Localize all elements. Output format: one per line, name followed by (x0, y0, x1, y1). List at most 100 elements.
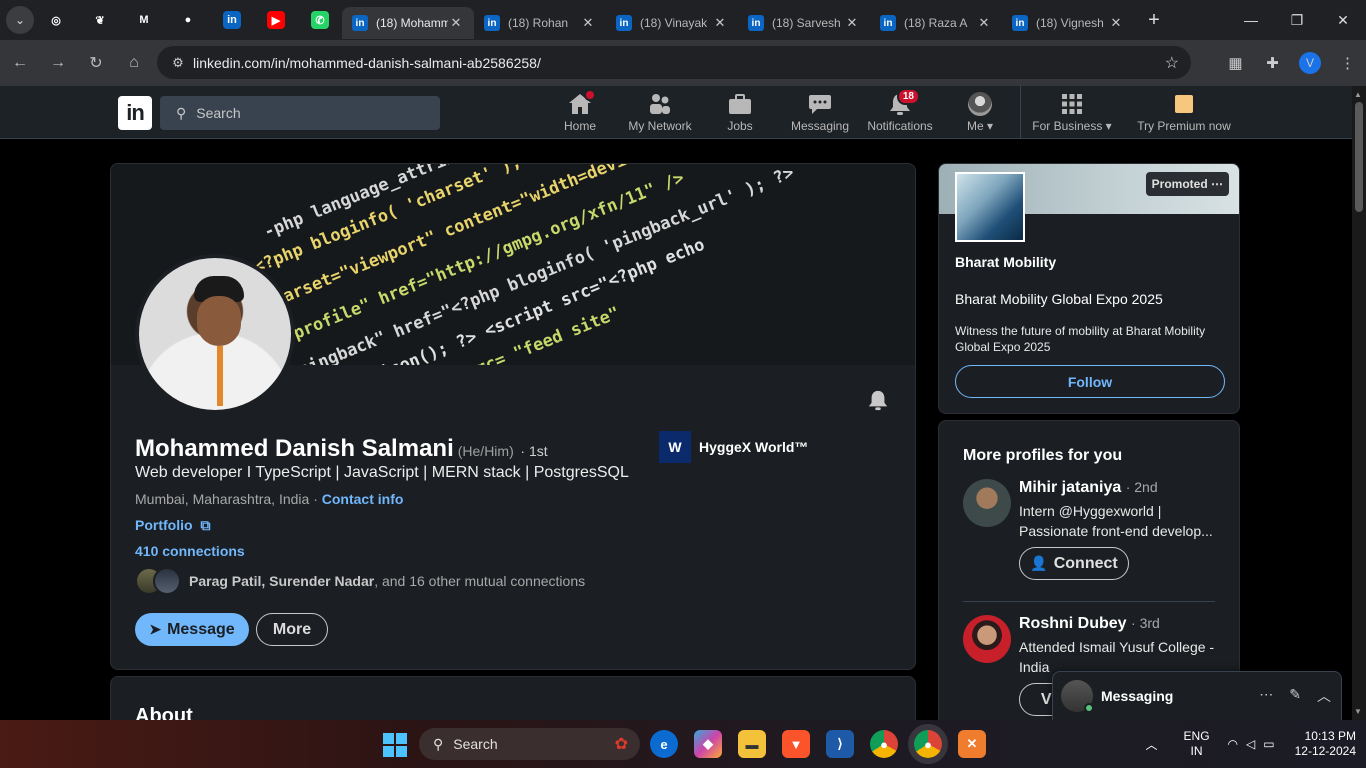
browser-tab[interactable]: in (18) Rohan ✕ (474, 7, 606, 39)
copilot-icon[interactable]: ◆ (694, 730, 722, 758)
vscode-icon[interactable]: ⟩ (826, 730, 854, 758)
leaf-icon: ❦ (91, 11, 109, 29)
chevron-up-icon[interactable]: ︿ (1317, 686, 1331, 706)
pinned-tab[interactable]: ✆ (298, 0, 342, 40)
site-info-icon[interactable]: ⚙ (163, 55, 193, 71)
ad-follow-button[interactable]: Follow (955, 365, 1225, 398)
close-tab-icon[interactable]: ✕ (844, 15, 860, 31)
messaging-overlay[interactable]: Messaging ⋯ ✎ ︿ (1052, 671, 1342, 720)
extensions-puzzle-icon[interactable]: ✚ (1254, 54, 1291, 72)
home-icon[interactable]: ⌂ (116, 45, 152, 81)
briefcase-icon (728, 92, 752, 116)
battery-icon[interactable]: ▭ (1263, 737, 1274, 751)
nav-my-network[interactable]: My Network (622, 86, 698, 139)
address-bar[interactable]: ⚙ linkedin.com/in/mohammed-danish-salman… (157, 46, 1191, 79)
profile-avatar[interactable] (963, 615, 1011, 663)
linkedin-icon: in (352, 15, 368, 31)
message-button[interactable]: ➤ Message (135, 613, 249, 646)
promoted-label[interactable]: Promoted ⋯ (1145, 172, 1229, 196)
browser-tab[interactable]: in (18) Raza A ✕ (870, 7, 1002, 39)
scroll-thumb[interactable] (1355, 102, 1363, 212)
pinned-tab[interactable]: ▶ (254, 0, 298, 40)
more-options-icon: ⋯ (1211, 177, 1223, 191)
browser-tab[interactable]: in (18) Vinayak ✕ (606, 7, 738, 39)
taskbar-search[interactable]: ⚲ Search ✿ (419, 728, 640, 760)
profile-photo[interactable] (135, 254, 295, 414)
new-tab-button[interactable]: + (1140, 6, 1168, 34)
pinned-tab[interactable]: in (210, 0, 254, 40)
more-options-icon[interactable]: ⋯ (1259, 686, 1273, 706)
close-tab-icon[interactable]: ✕ (1108, 15, 1124, 31)
xampp-icon[interactable]: ✕ (958, 730, 986, 758)
current-company[interactable]: W HyggeX World™ (659, 431, 808, 463)
search-icon: ⚲ (176, 104, 187, 121)
ad-company-name[interactable]: Bharat Mobility (955, 254, 1056, 270)
connect-button[interactable]: 👤 Connect (1019, 547, 1129, 580)
compose-icon[interactable]: ✎ (1289, 686, 1301, 706)
browser-tab[interactable]: in (18) Vignesh ✕ (1002, 7, 1134, 39)
follow-bell-icon[interactable] (867, 389, 889, 417)
nav-jobs[interactable]: Jobs (720, 86, 760, 139)
volume-icon[interactable]: ◁ (1246, 737, 1255, 751)
nav-notifications[interactable]: 18 Notifications (864, 86, 936, 139)
nav-try-premium[interactable]: Try Premium now (1134, 86, 1234, 139)
contact-info-link[interactable]: Contact info (322, 491, 404, 507)
nav-me[interactable]: Me ▾ (958, 86, 1002, 139)
page-scrollbar[interactable]: ▲ ▼ (1352, 86, 1366, 720)
tab-search-icon[interactable]: ⌄ (6, 6, 34, 34)
windows-start-icon[interactable] (383, 733, 407, 757)
profile-avatar[interactable] (963, 479, 1011, 527)
clock[interactable]: 10:13 PM 12-12-2024 (1295, 729, 1356, 759)
chrome-icon[interactable]: ● (870, 730, 898, 758)
more-button[interactable]: More (256, 613, 328, 646)
minimize-icon[interactable]: — (1228, 0, 1274, 40)
profile-avatar[interactable]: V (1299, 52, 1321, 74)
search-placeholder: Search (196, 105, 241, 121)
mutual-connections[interactable]: Parag Patil, Surender Nadar, and 16 othe… (135, 567, 585, 595)
chrome-active-icon[interactable]: ● (908, 724, 948, 764)
profile-name[interactable]: Roshni Dubey · 3rd (1019, 615, 1160, 633)
calculator-extension-icon[interactable]: ▦ (1217, 54, 1254, 72)
language-indicator[interactable]: ENG IN (1184, 729, 1210, 759)
linkedin-search-input[interactable]: ⚲ Search (160, 96, 440, 130)
pinned-tab[interactable]: ◎ (34, 0, 78, 40)
edge-icon[interactable]: e (650, 730, 678, 758)
nav-messaging[interactable]: Messaging (788, 86, 852, 139)
bell-icon: 18 (888, 88, 920, 116)
back-icon[interactable]: ← (2, 45, 38, 81)
bookmark-star-icon[interactable]: ☆ (1165, 53, 1179, 73)
browser-tab[interactable]: in (18) Sarvesh ✕ (738, 7, 870, 39)
tab-title: (18) Vignesh (1036, 16, 1104, 30)
browser-tab[interactable]: in (18) Mohammed Danish Salmani✕ (342, 7, 474, 39)
profile-name[interactable]: Mihir jataniya · 2nd (1019, 479, 1158, 497)
close-window-icon[interactable]: ✕ (1320, 0, 1366, 40)
nav-divider (1020, 86, 1021, 139)
chevron-up-icon[interactable]: ︿ (1146, 736, 1158, 753)
pinned-tab[interactable]: ● (166, 0, 210, 40)
brave-icon[interactable]: ▼ (782, 730, 810, 758)
pinned-tab[interactable]: M (122, 0, 166, 40)
restore-icon[interactable]: ❐ (1274, 0, 1320, 40)
me-avatar (968, 92, 992, 116)
close-tab-icon[interactable]: ✕ (976, 15, 992, 31)
connections-link[interactable]: 410 connections (135, 543, 245, 559)
forward-icon[interactable]: → (40, 45, 76, 81)
home-notification-dot (584, 89, 596, 101)
linkedin-logo[interactable]: in (118, 96, 152, 130)
close-tab-icon[interactable]: ✕ (448, 15, 464, 31)
close-tab-icon[interactable]: ✕ (712, 15, 728, 31)
nav-home[interactable]: Home (560, 86, 600, 139)
nav-for-business[interactable]: For Business ▾ (1030, 86, 1114, 139)
browser-menu-icon[interactable]: ⋮ (1329, 54, 1366, 72)
add-person-icon: 👤 (1030, 555, 1048, 571)
reload-icon[interactable]: ↻ (78, 45, 114, 81)
wifi-icon[interactable]: ◠ (1228, 737, 1238, 751)
pinned-tab[interactable]: ❦ (78, 0, 122, 40)
profile-location: Mumbai, Maharashtra, India · Contact inf… (135, 491, 404, 507)
nav-try-premium-label: Try Premium now (1137, 119, 1231, 133)
file-explorer-icon[interactable]: ▬ (738, 730, 766, 758)
portfolio-link[interactable]: Portfolio ⧉ (135, 517, 210, 534)
close-tab-icon[interactable]: ✕ (580, 15, 596, 31)
gmail-icon: M (135, 11, 153, 29)
ad-company-logo[interactable] (955, 172, 1025, 242)
